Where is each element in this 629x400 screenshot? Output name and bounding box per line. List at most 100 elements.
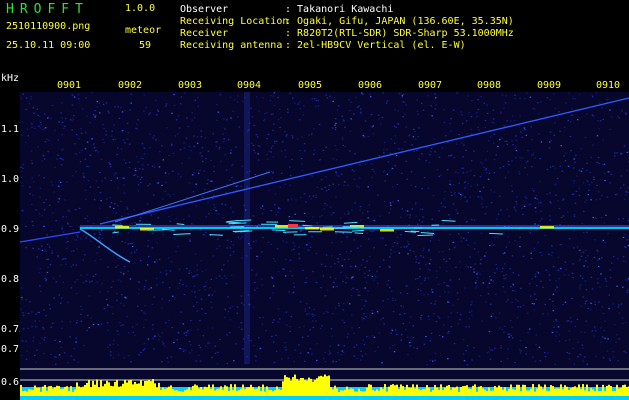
power-bar (510, 384, 512, 396)
power-bar (380, 387, 382, 396)
power-bar (102, 386, 104, 396)
power-bar (254, 389, 256, 396)
power-bar (548, 391, 550, 396)
power-bar (192, 385, 194, 396)
x-tick-label: 0906 (358, 80, 383, 91)
power-bar (150, 381, 152, 396)
power-bar (598, 391, 600, 396)
power-bar (354, 391, 356, 396)
power-bar (610, 386, 612, 396)
y-tick-label: 1.0 (1, 174, 20, 185)
power-bar (554, 388, 556, 396)
power-bar (98, 387, 100, 396)
app-name: HROFFT (6, 2, 89, 17)
power-bar (258, 386, 260, 396)
power-bar (176, 390, 178, 396)
power-bar (398, 389, 400, 396)
power-bar (484, 389, 486, 396)
power-bar (466, 385, 468, 396)
power-bar (138, 383, 140, 396)
power-bar (42, 386, 44, 396)
power-bar (464, 385, 466, 396)
power-bar (126, 382, 128, 396)
power-bar (116, 379, 118, 396)
power-bar (362, 391, 364, 396)
power-bar (314, 380, 316, 396)
power-bar (424, 389, 426, 396)
power-bar (266, 386, 268, 396)
power-bar (280, 389, 282, 396)
power-bar (148, 379, 150, 396)
power-bar (294, 374, 296, 396)
power-bar (498, 385, 500, 396)
power-bar (82, 386, 84, 396)
y-axis-unit: kHz (1, 73, 20, 84)
power-bar (386, 391, 388, 396)
power-bar (212, 384, 214, 396)
power-bar (590, 388, 592, 396)
power-bar (494, 386, 496, 396)
power-bar (242, 384, 244, 396)
power-bar (174, 390, 176, 396)
power-bar (606, 385, 608, 396)
power-bar (128, 380, 130, 396)
power-bar (132, 384, 134, 396)
power-bar (540, 386, 542, 396)
power-bar (120, 386, 122, 396)
power-bar (364, 391, 366, 396)
power-bar (108, 382, 110, 396)
power-bar (320, 375, 322, 396)
power-bar (538, 384, 540, 396)
power-bar (372, 389, 374, 396)
x-tick-label: 0905 (298, 80, 323, 91)
carrier-streak (209, 234, 223, 236)
power-bar (460, 387, 462, 396)
power-bar (44, 385, 46, 396)
power-bar (250, 384, 252, 396)
power-bar (310, 378, 312, 396)
power-bar (562, 389, 564, 396)
power-bar (572, 387, 574, 396)
power-bar (22, 391, 24, 396)
power-bar (144, 380, 146, 396)
power-bar (566, 386, 568, 396)
power-bar (188, 387, 190, 396)
power-bar (340, 390, 342, 396)
power-bar (178, 391, 180, 396)
carrier-hotspot (115, 226, 129, 229)
power-bar (28, 389, 30, 396)
location-value: : Ogaki, Gifu, JAPAN (136.60E, 35.35N) (285, 16, 514, 27)
y-tick-label: 0.8 (1, 274, 20, 285)
power-bar (118, 386, 120, 396)
power-bar (256, 388, 258, 396)
power-bar (502, 389, 504, 396)
power-bar (58, 386, 60, 396)
power-bar (210, 388, 212, 396)
power-bar (446, 385, 448, 396)
carrier-hotspot (540, 226, 554, 229)
meteor-label: meteor (125, 25, 162, 36)
carrier-streak (410, 230, 420, 233)
power-bar (184, 390, 186, 396)
power-bar (272, 391, 274, 396)
power-bar (542, 389, 544, 396)
power-bar (378, 390, 380, 396)
x-tick-label: 0904 (237, 80, 262, 91)
power-bar (522, 384, 524, 396)
power-bar (88, 380, 90, 396)
power-bar (274, 390, 276, 396)
power-bar (220, 386, 222, 396)
power-bar (96, 379, 98, 396)
power-bar (416, 384, 418, 396)
power-bar (200, 387, 202, 396)
power-bar (442, 389, 444, 396)
power-bar (326, 376, 328, 396)
power-bar (86, 382, 88, 396)
power-bar (208, 384, 210, 396)
power-bar (534, 391, 536, 396)
power-bar (168, 386, 170, 396)
power-bar (244, 389, 246, 396)
carrier-streak (354, 232, 364, 234)
power-bar (286, 377, 288, 396)
power-bar (488, 387, 490, 396)
